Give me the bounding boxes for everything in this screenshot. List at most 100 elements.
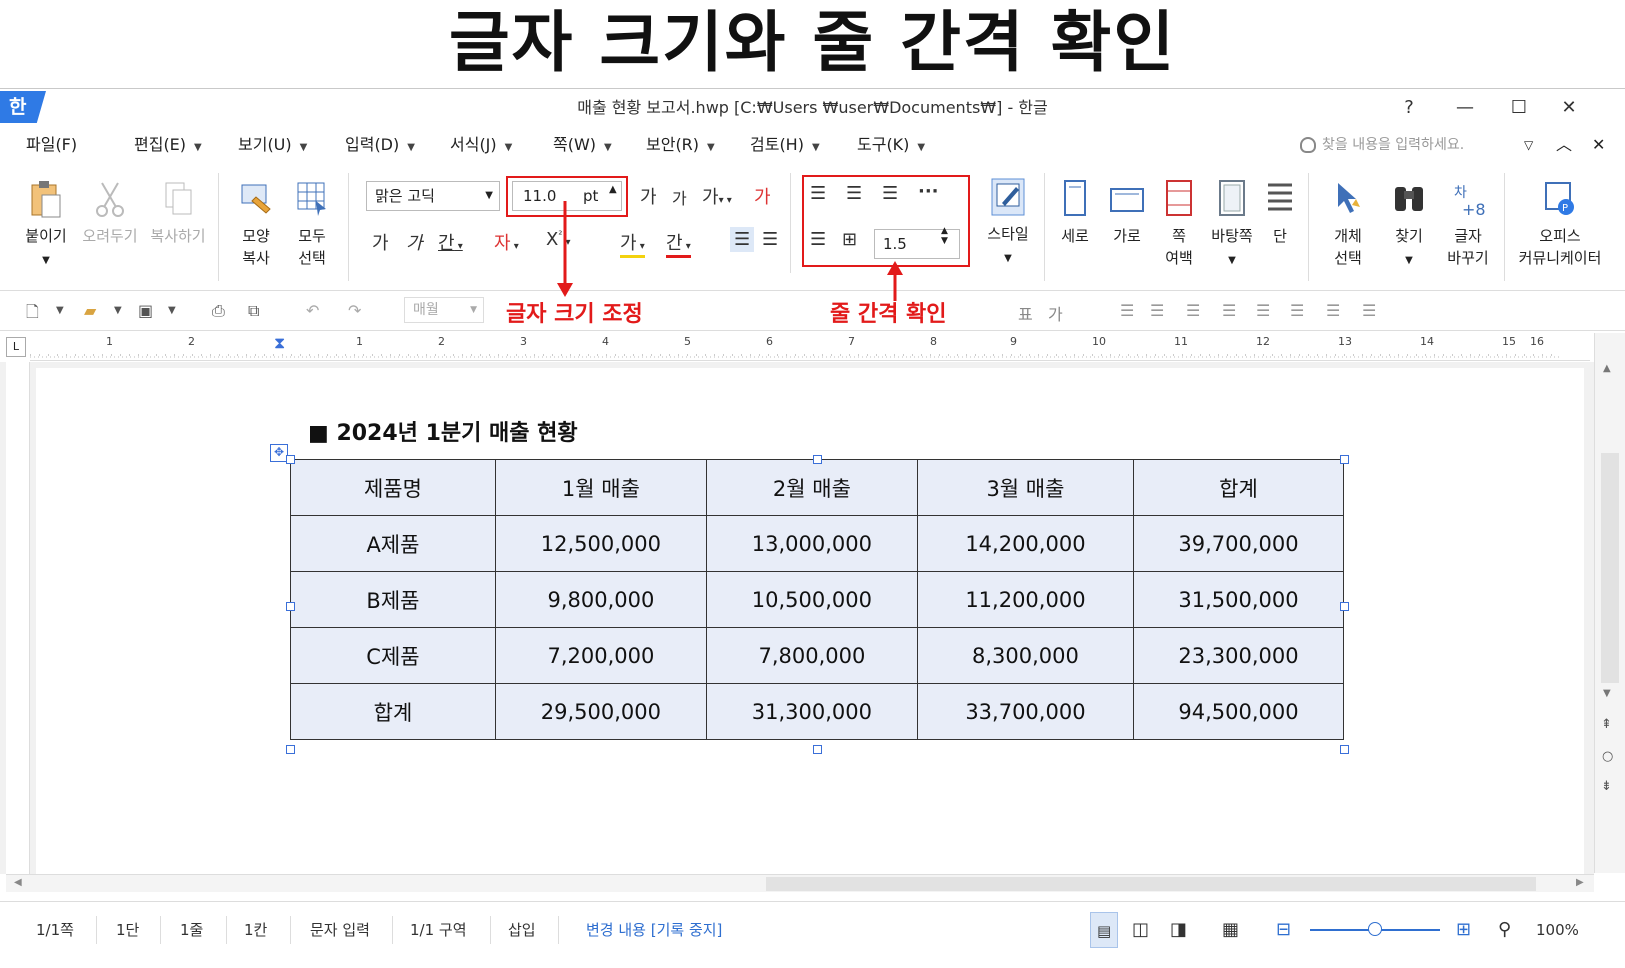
scroll-thumb[interactable] — [766, 877, 1536, 891]
next-page-icon[interactable]: ⇟ — [1601, 779, 1612, 794]
select-all-button[interactable]: 모두 선택 — [284, 179, 340, 269]
strike-icon[interactable]: 자 ▾ — [494, 229, 519, 255]
horizontal-ruler[interactable]: 1 2 ⧗ 1 2 3 4 5 6 7 8 9 10 11 12 13 14 1… — [30, 333, 1590, 361]
scroll-left-icon[interactable]: ◀ — [14, 877, 22, 888]
collapse-ribbon-icon[interactable]: ▽ — [1524, 127, 1533, 163]
font-name-select[interactable]: 맑은 고딕 ▼ — [366, 181, 500, 211]
font-shrink-icon[interactable]: 가 — [672, 185, 687, 209]
table-cell[interactable]: 33,700,000 — [916, 683, 1134, 740]
font-more-icon[interactable]: 가▾ ▾ — [702, 183, 732, 209]
view-normal-icon[interactable]: ▤ — [1090, 912, 1119, 948]
sales-table[interactable]: 제품명 1월 매출 2월 매출 3월 매출 합계 A제품 12,500,000 … — [290, 459, 1345, 740]
view-book-icon[interactable]: ◨ — [1170, 902, 1187, 958]
paste-button[interactable]: 붙이기 ▼ — [18, 179, 74, 272]
chevron-down-icon[interactable]: ▼ — [114, 305, 136, 325]
resize-handle[interactable] — [286, 455, 295, 464]
clear-format-icon[interactable]: 가 — [754, 183, 771, 209]
table-header-cell[interactable]: 1월 매출 — [494, 459, 707, 516]
table-cell[interactable]: 9,800,000 — [494, 571, 707, 628]
table-cell[interactable]: 10,500,000 — [705, 571, 918, 628]
object-select-button[interactable]: 개체 선택 — [1320, 179, 1376, 269]
outdent-icon[interactable]: ☰ — [1326, 301, 1348, 321]
status-page[interactable]: 1/1쪽 — [36, 902, 74, 958]
indent-marker-icon[interactable]: ⧗ — [274, 333, 285, 353]
resize-handle[interactable] — [286, 602, 295, 611]
maximize-button[interactable]: ☐ — [1498, 89, 1540, 127]
table-cell[interactable]: 12,500,000 — [494, 515, 707, 572]
help-button[interactable]: ? — [1388, 89, 1430, 127]
menu-edit[interactable]: 편집(E) ▼ — [134, 127, 202, 163]
table-cell[interactable]: C제품 — [290, 627, 496, 684]
menu-tools[interactable]: 도구(K) ▼ — [857, 127, 925, 163]
find-button[interactable]: 찾기 ▼ — [1386, 179, 1432, 272]
bold-icon[interactable]: 가 — [372, 229, 389, 255]
distribute-icon[interactable]: ☰ — [1256, 301, 1278, 321]
table-header-cell[interactable]: 제품명 — [290, 459, 496, 516]
style-button[interactable]: 스타일 ▼ — [980, 177, 1036, 270]
table-cell[interactable]: 7,800,000 — [705, 627, 918, 684]
status-char[interactable]: 1칸 — [244, 902, 267, 958]
style-select[interactable]: 매월 ▼ — [404, 297, 484, 323]
ruler-corner[interactable]: L — [6, 337, 26, 357]
view-two-page-icon[interactable]: ◫ — [1132, 902, 1149, 958]
table-cell[interactable]: 13,000,000 — [705, 515, 918, 572]
menu-security[interactable]: 보안(R) ▼ — [646, 127, 715, 163]
close-icon[interactable]: ✕ — [1592, 127, 1605, 163]
status-insert[interactable]: 삽입 — [508, 902, 536, 958]
italic-icon[interactable]: 가 — [406, 229, 423, 255]
vertical-ruler[interactable] — [6, 362, 30, 874]
open-folder-icon[interactable]: ▰ — [84, 301, 106, 321]
track-changes-status[interactable]: 변경 내용 [기록 중지] — [586, 902, 722, 958]
table-cell[interactable]: 14,200,000 — [916, 515, 1134, 572]
column-button[interactable]: 단 — [1262, 179, 1298, 247]
redo-icon[interactable]: ↷ — [348, 301, 370, 321]
table-cell[interactable]: 94,500,000 — [1132, 683, 1345, 740]
scroll-up-icon[interactable]: ▲ — [1603, 363, 1611, 374]
browse-object-icon[interactable]: ○ — [1602, 749, 1613, 764]
status-line[interactable]: 1줄 — [180, 902, 203, 958]
table-cell[interactable]: 11,200,000 — [916, 571, 1134, 628]
table-cell[interactable]: 7,200,000 — [494, 627, 707, 684]
table-cell[interactable]: 합계 — [290, 683, 496, 740]
table-cell[interactable]: B제품 — [290, 571, 496, 628]
indent-icon[interactable]: ☰ — [1290, 301, 1312, 321]
table-cell[interactable]: A제품 — [290, 515, 496, 572]
zoom-magnifier-icon[interactable]: ⚲ — [1498, 902, 1511, 958]
align-left-icon[interactable]: ☰ — [730, 227, 755, 252]
list-icon[interactable]: ☰ — [1362, 301, 1384, 321]
align-justify-small-icon[interactable]: ☰ — [1222, 301, 1244, 321]
resize-handle[interactable] — [813, 455, 822, 464]
highlight-color-icon[interactable]: 가 ▾ — [620, 229, 645, 258]
scroll-thumb[interactable] — [1601, 453, 1619, 683]
table-cell[interactable]: 23,300,000 — [1132, 627, 1345, 684]
close-button[interactable]: ✕ — [1548, 89, 1590, 127]
table-style-icon[interactable]: 표 — [1018, 301, 1040, 324]
menu-page[interactable]: 쪽(W) ▼ — [553, 127, 612, 163]
zoom-in-icon[interactable]: ⊞ — [1456, 902, 1471, 958]
resize-handle[interactable] — [1340, 455, 1349, 464]
resize-handle[interactable] — [1340, 602, 1349, 611]
landscape-button[interactable]: 가로 — [1104, 179, 1150, 247]
chevron-down-icon[interactable]: ▼ — [56, 305, 78, 325]
menu-review[interactable]: 검토(H) ▼ — [750, 127, 820, 163]
chevron-up-icon[interactable]: ︿ — [1556, 127, 1572, 163]
status-section[interactable]: 1/1 구역 — [410, 902, 467, 958]
font-color-icon[interactable]: 간 ▾ — [666, 229, 691, 258]
font-icon[interactable]: 가 — [1048, 301, 1070, 324]
resize-handle[interactable] — [1340, 745, 1349, 754]
copy-button[interactable]: 복사하기 — [146, 179, 210, 247]
align-right-small-icon[interactable]: ☰ — [1186, 301, 1208, 321]
print-icon[interactable]: ⎙ — [212, 301, 234, 321]
zoom-level[interactable]: 100% — [1536, 902, 1579, 958]
zoom-out-icon[interactable]: ⊟ — [1276, 902, 1291, 958]
menu-view[interactable]: 보기(U) ▼ — [238, 127, 307, 163]
table-cell[interactable]: 31,500,000 — [1132, 571, 1345, 628]
table-cell[interactable]: 39,700,000 — [1132, 515, 1345, 572]
status-column[interactable]: 1단 — [116, 902, 139, 958]
portrait-button[interactable]: 세로 — [1052, 179, 1098, 247]
resize-handle[interactable] — [813, 745, 822, 754]
status-input-mode[interactable]: 문자 입력 — [310, 902, 370, 958]
table-cell[interactable]: 29,500,000 — [494, 683, 707, 740]
replace-button[interactable]: 차 +8 글자 바꾸기 — [1440, 179, 1496, 269]
table-cell[interactable]: 31,300,000 — [705, 683, 918, 740]
